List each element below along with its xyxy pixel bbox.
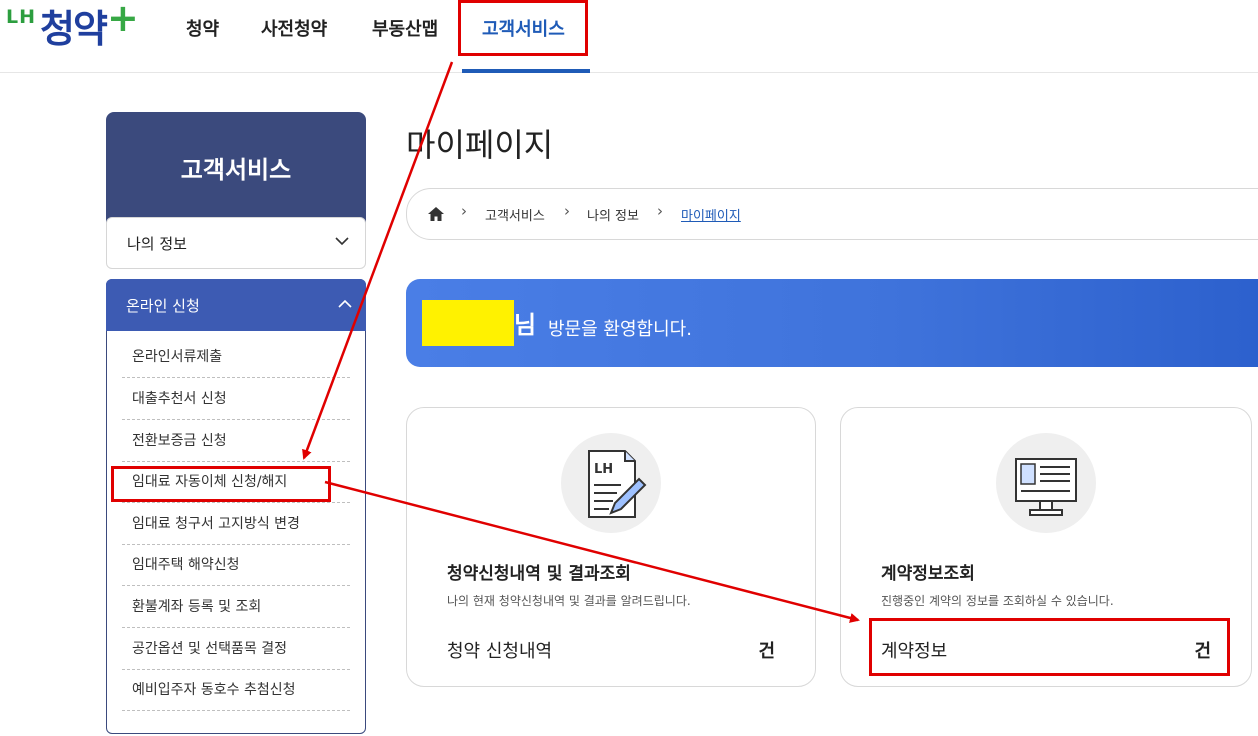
card-count: 건 xyxy=(758,641,775,662)
breadcrumb-separator-icon: › xyxy=(461,202,467,220)
nav-item-real-estate-map[interactable]: 부동산맵 xyxy=(372,15,438,41)
monitor-icon xyxy=(996,433,1096,533)
sidebar-item-online-document[interactable]: 온라인서류제출 xyxy=(122,337,350,378)
nav-item-pre-subscription[interactable]: 사전청약 xyxy=(261,15,327,41)
card-description: 진행중인 계약의 정보를 조회하실 수 있습니다. xyxy=(881,594,1114,608)
welcome-honorific: 님 xyxy=(514,311,537,339)
logo-plus-text: + xyxy=(106,0,139,40)
breadcrumb-separator-icon: › xyxy=(564,202,570,220)
home-icon[interactable] xyxy=(428,207,444,221)
card-title: 계약정보조회 xyxy=(881,564,975,584)
breadcrumb-my-info[interactable]: 나의 정보 xyxy=(587,205,639,224)
sidebar-select-label: 나의 정보 xyxy=(127,235,187,253)
card-description: 나의 현재 청약신청내역 및 결과를 알려드립니다. xyxy=(447,594,691,608)
page-title: 마이페이지 xyxy=(406,126,554,164)
nav-active-underline xyxy=(462,69,590,73)
highlight-box-contract-info xyxy=(869,618,1230,676)
sidebar-section-label: 온라인 신청 xyxy=(126,297,200,315)
card-subscription-results[interactable]: LH 청약신청내역 및 결과조회 나의 현재 청약신청내역 및 결과를 알려드립… xyxy=(406,407,816,687)
sidebar-item-loan-recommendation[interactable]: 대출추천서 신청 xyxy=(122,379,350,420)
card-label: 청약 신청내역 xyxy=(447,641,553,662)
sidebar-item-reserve-lottery[interactable]: 예비입주자 동호수 추첨신청 xyxy=(122,670,350,711)
logo-lh-text: LH xyxy=(6,6,37,28)
sidebar-item-deposit-conversion[interactable]: 전환보증금 신청 xyxy=(122,421,350,462)
breadcrumb-separator-icon: › xyxy=(657,202,663,220)
card-title: 청약신청내역 및 결과조회 xyxy=(447,564,631,584)
sidebar-header: 고객서비스 xyxy=(106,112,366,228)
top-header: LH 청약 + 청약 사전청약 부동산맵 고객서비스 xyxy=(0,0,1258,73)
sidebar-select-my-info[interactable]: 나의 정보 xyxy=(106,217,366,269)
welcome-banner: 님 방문을 환영합니다. xyxy=(406,279,1258,367)
logo-main-text: 청약 xyxy=(40,7,108,51)
welcome-text: 방문을 환영합니다. xyxy=(548,319,692,340)
sidebar-section-online-application[interactable]: 온라인 신청 xyxy=(106,279,366,331)
sidebar-item-bill-method[interactable]: 임대료 청구서 고지방식 변경 xyxy=(122,504,350,545)
sidebar-item-refund-account[interactable]: 환불계좌 등록 및 조회 xyxy=(122,587,350,628)
breadcrumb-customer-service[interactable]: 고객서비스 xyxy=(485,205,545,224)
highlight-box-rent-autopay xyxy=(111,466,331,502)
highlight-box-nav xyxy=(458,0,588,56)
sidebar-item-lease-cancel[interactable]: 임대주택 해약신청 xyxy=(122,545,350,586)
nav-item-subscription[interactable]: 청약 xyxy=(186,15,219,41)
document-pen-icon: LH xyxy=(561,433,661,533)
lh-logo[interactable]: LH 청약 + xyxy=(6,0,139,56)
redacted-username xyxy=(422,300,514,346)
sidebar-item-space-option[interactable]: 공간옵션 및 선택품목 결정 xyxy=(122,629,350,670)
sidebar-title: 고객서비스 xyxy=(180,156,292,184)
chevron-down-icon xyxy=(335,237,349,246)
breadcrumb: › 고객서비스 › 나의 정보 › 마이페이지 xyxy=(406,188,1258,240)
chevron-up-icon xyxy=(338,299,352,308)
svg-text:LH: LH xyxy=(594,462,613,477)
breadcrumb-mypage[interactable]: 마이페이지 xyxy=(681,205,741,224)
